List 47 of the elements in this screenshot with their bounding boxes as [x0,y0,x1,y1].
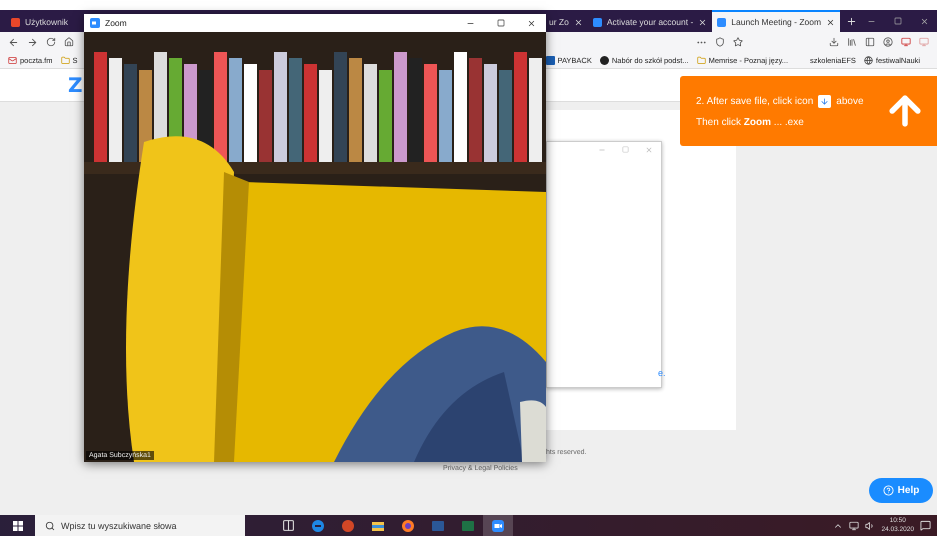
download-icon [818,94,832,108]
library-icon[interactable] [847,37,857,47]
browser-tab[interactable]: ur Zo [548,10,588,32]
close-icon[interactable] [698,18,708,26]
notification-icon[interactable] [920,520,931,531]
task-view-icon[interactable] [282,519,294,532]
maximize-icon[interactable] [894,17,902,25]
logo: Z [68,73,83,97]
browser-tab[interactable]: Activate your account - [588,10,712,32]
reload-icon[interactable] [46,37,56,47]
maximize-icon[interactable] [497,18,505,26]
mail-icon [8,56,17,64]
video-camera-icon [90,18,100,28]
folder-icon [60,56,70,64]
browser-tab[interactable]: Użytkownik [6,10,73,32]
close-icon[interactable] [920,16,929,26]
window-title: Zoom [105,18,127,28]
search-icon [45,520,55,530]
presentation-app-icon[interactable] [341,518,355,532]
download-icon[interactable] [829,37,839,47]
banner-text: 2. After save file, click icon [696,96,814,106]
forward-icon[interactable] [27,36,38,48]
close-icon[interactable] [826,18,836,26]
help-icon [882,485,894,496]
volume-icon[interactable] [865,520,876,530]
back-icon[interactable] [8,36,19,48]
home-icon[interactable] [64,37,74,47]
firefox-icon[interactable] [401,518,415,532]
globe-icon [864,56,873,64]
folder-icon [696,56,706,64]
new-tab-icon[interactable] [846,16,858,26]
video-camera-icon[interactable] [491,518,505,532]
sidebar-icon[interactable] [865,37,875,47]
taskbar-app[interactable] [483,515,513,536]
browser-tab[interactable]: Launch Meeting - Zoom [712,10,840,32]
circle-icon [600,56,609,64]
banner-text: Then click Zoom ... .exe [696,116,804,128]
search-field[interactable]: Wpisz tu wyszukiwane słowa [35,515,245,536]
spreadsheet-app-icon[interactable] [461,518,475,532]
shield-icon[interactable] [715,37,725,47]
account-icon[interactable] [883,37,893,47]
windows-logo-icon [12,520,22,530]
star-icon[interactable] [733,37,743,47]
browser-icon[interactable] [311,518,325,532]
close-icon[interactable] [574,18,583,26]
close-icon[interactable] [527,18,536,28]
banner-text: above [836,96,864,106]
